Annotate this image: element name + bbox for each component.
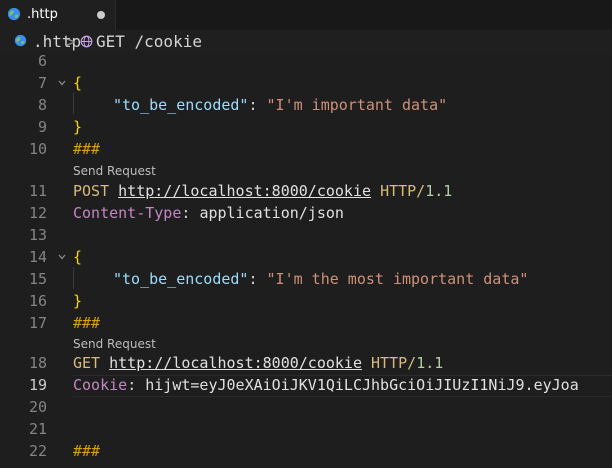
globe-request-icon xyxy=(80,35,93,48)
chevron-down-icon[interactable] xyxy=(57,252,67,262)
line-number: 22 xyxy=(28,442,47,460)
json-value: "I'm the most important data" xyxy=(266,270,529,288)
http-protocol: HTTP/ xyxy=(380,182,426,200)
indent-guide xyxy=(73,267,74,289)
header-colon: : xyxy=(127,376,137,394)
line-number: 16 xyxy=(28,292,47,310)
request-url[interactable]: http://localhost:8000/cookie xyxy=(118,182,371,200)
breadcrumb-request[interactable]: GET /cookie xyxy=(96,34,202,50)
line-number-active: 19 xyxy=(28,376,47,394)
globe-icon xyxy=(7,7,21,21)
send-request-link[interactable]: Send Request xyxy=(73,337,156,351)
header-name: Content-Type xyxy=(73,204,182,222)
line-number: 17 xyxy=(28,314,47,332)
line-number: 18 xyxy=(28,354,47,372)
http-method: POST xyxy=(73,182,110,200)
tab-http-file[interactable]: .http xyxy=(0,0,116,30)
line-number: 12 xyxy=(28,204,47,222)
tab-bar: .http xyxy=(0,0,612,30)
code-brace: { xyxy=(73,74,83,92)
line-number: 15 xyxy=(28,270,47,288)
indent-guide xyxy=(73,92,74,114)
code-line: "to_be_encoded": "I'm the most important… xyxy=(113,268,528,290)
chevron-down-icon[interactable] xyxy=(57,78,67,88)
http-method: GET xyxy=(73,354,101,372)
code-line: POST http://localhost:8000/cookie HTTP/1… xyxy=(73,180,452,202)
json-value: "I'm important data" xyxy=(266,96,448,114)
header-name: Cookie xyxy=(73,376,128,394)
code-brace: { xyxy=(73,248,83,266)
header-colon: : xyxy=(181,204,191,222)
json-colon: : xyxy=(248,96,258,114)
line-number: 9 xyxy=(37,118,47,136)
line-number: 8 xyxy=(37,96,47,114)
request-separator: ### xyxy=(73,442,101,460)
line-number: 11 xyxy=(28,182,47,200)
globe-icon xyxy=(14,34,27,47)
header-value: hijwt=eyJ0eXAiOiJKV1QiLCJhbGciOiJIUzI1Ni… xyxy=(145,376,579,394)
code-line: Content-Type: application/json xyxy=(73,202,344,224)
breadcrumb-separator: > xyxy=(66,32,76,51)
code-line: "to_be_encoded": "I'm important data" xyxy=(113,94,447,116)
json-key: "to_be_encoded" xyxy=(113,96,249,114)
json-colon: : xyxy=(248,270,258,288)
header-value: application/json xyxy=(199,204,344,222)
tab-label: .http xyxy=(27,7,58,22)
unsaved-dot-icon[interactable] xyxy=(97,11,105,19)
line-number: 10 xyxy=(28,140,47,158)
json-key: "to_be_encoded" xyxy=(113,270,249,288)
code-brace: } xyxy=(73,292,83,310)
http-protocol: HTTP/ xyxy=(371,354,417,372)
request-separator: ### xyxy=(73,314,101,332)
code-brace: } xyxy=(73,118,83,136)
code-line: GET http://localhost:8000/cookie HTTP/1.… xyxy=(73,352,443,374)
code-line: Cookie: hijwt=eyJ0eXAiOiJKV1QiLCJhbGciOi… xyxy=(73,374,612,396)
send-request-link[interactable]: Send Request xyxy=(73,164,156,178)
line-number: 21 xyxy=(28,420,47,438)
line-number: 7 xyxy=(37,74,47,92)
http-version: 1.1 xyxy=(416,354,444,372)
http-version: 1.1 xyxy=(425,182,453,200)
line-number: 13 xyxy=(28,226,47,244)
line-number: 6 xyxy=(37,52,47,70)
request-separator: ### xyxy=(73,140,101,158)
line-number: 14 xyxy=(28,248,47,266)
line-number: 20 xyxy=(28,398,47,416)
request-url[interactable]: http://localhost:8000/cookie xyxy=(109,354,362,372)
